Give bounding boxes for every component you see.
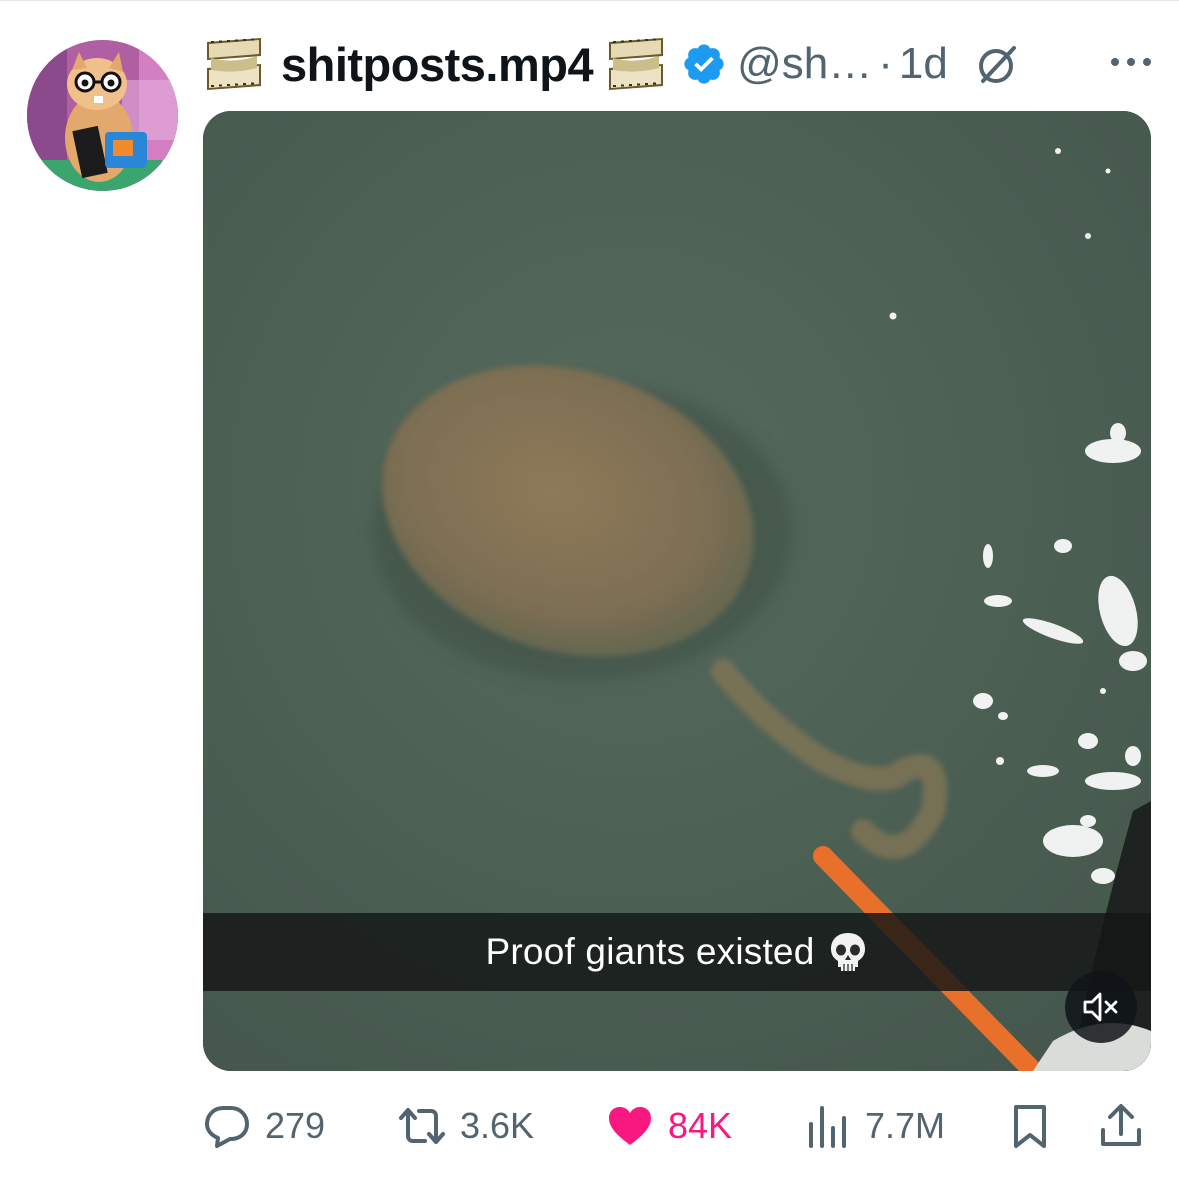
reply-button[interactable]: 279 [203, 1096, 325, 1156]
user-handle[interactable]: @sh… [737, 39, 872, 89]
avatar[interactable] [27, 40, 178, 191]
video-caption: Proof giants existed [485, 931, 815, 972]
views-button[interactable]: 7.7M [803, 1096, 945, 1156]
like-button[interactable]: 84K [606, 1096, 732, 1156]
views-bars-icon [809, 1106, 846, 1148]
mute-toggle-button[interactable] [1065, 971, 1137, 1043]
skull-icon [831, 933, 866, 971]
video-player[interactable]: Proof giants existed [203, 111, 1151, 1071]
bookmark-button[interactable] [1006, 1096, 1054, 1156]
like-count: 84K [668, 1105, 733, 1146]
reply-bubble-icon [205, 1106, 249, 1148]
top-divider [0, 0, 1179, 1]
speaker-muted-icon [1083, 992, 1118, 1022]
film-frames-icon [609, 38, 664, 90]
grok-icon[interactable] [974, 40, 1022, 88]
views-count: 7.7M [865, 1105, 946, 1146]
action-bar: 279 3.6K 84K 7.7M [203, 1096, 1149, 1156]
heart-icon [609, 1107, 651, 1145]
post-timestamp[interactable]: 1d [899, 39, 948, 89]
display-name[interactable]: shitposts.mp4 [281, 37, 594, 92]
share-button[interactable] [1097, 1096, 1145, 1156]
separator-dot: · [878, 39, 893, 88]
bookmark-icon [1014, 1105, 1046, 1148]
share-icon [1101, 1104, 1141, 1146]
repost-count: 3.6K [460, 1105, 535, 1146]
reply-count: 279 [265, 1105, 326, 1146]
caption-bar: Proof giants existed [203, 913, 1151, 991]
more-dots-icon[interactable] [1109, 50, 1153, 74]
film-frames-icon [207, 38, 261, 90]
verified-badge-icon[interactable] [681, 41, 727, 87]
repost-arrows-icon [399, 1108, 445, 1144]
post-header: shitposts.mp4 @sh… · 1d [203, 28, 1153, 100]
repost-button[interactable]: 3.6K [398, 1096, 534, 1156]
